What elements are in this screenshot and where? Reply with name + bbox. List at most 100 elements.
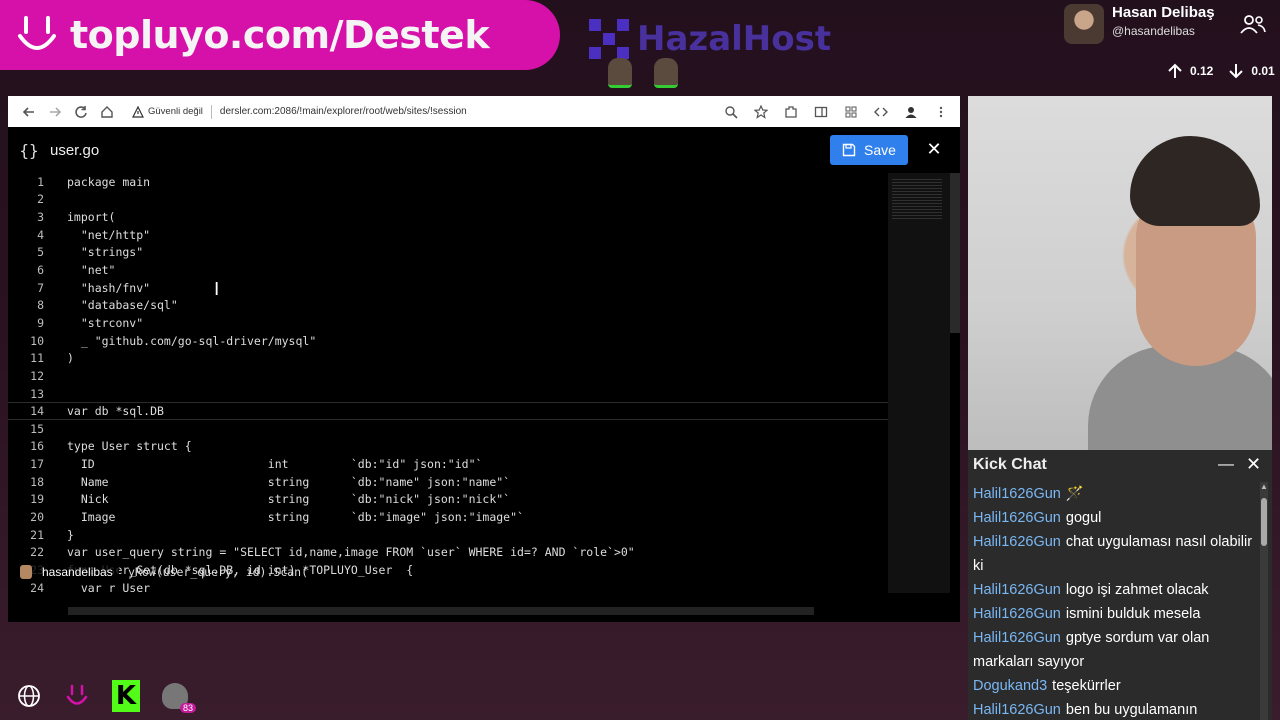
- chat-messages: Halil1626Gun 🪄 Halil1626Gun gogul Halil1626G…: [973, 482, 1255, 720]
- code-line[interactable]: 7 "hash/fnv": [8, 279, 960, 297]
- line-number: 9: [37, 315, 44, 330]
- chat-username[interactable]: Halil1626Gun: [973, 606, 1061, 622]
- kick-logo-icon[interactable]: K: [112, 680, 140, 712]
- code-line[interactable]: 5 "strings": [8, 244, 960, 262]
- line-number: 21: [30, 527, 44, 542]
- avatar: [654, 58, 678, 88]
- code-text: Name string `db:"name" json:"name"`: [67, 474, 511, 489]
- chat-message: Halil1626Gun gogul: [973, 506, 1255, 530]
- streamer-avatar: [1064, 4, 1104, 44]
- url-text[interactable]: dersler.com:2086/!main/explorer/root/web…: [220, 106, 467, 117]
- code-line[interactable]: 17 ID int `db:"id" json:"id"`: [8, 455, 960, 473]
- editor-horizontal-scrollbar[interactable]: [68, 607, 814, 615]
- text-cursor-icon: I: [214, 279, 220, 300]
- code-line-25-partial: yRow(user_query, id).Scan(: [128, 565, 309, 579]
- code-line[interactable]: 9 "strconv": [8, 314, 960, 332]
- code-line[interactable]: 18 Name string `db:"name" json:"name"`: [8, 473, 960, 491]
- chat-username[interactable]: Halil1626Gun: [973, 486, 1061, 502]
- code-line[interactable]: 15: [8, 420, 960, 438]
- chat-message: Halil1626Gun gptye sordum var olan markal…: [973, 626, 1255, 674]
- hazalhost-text: HazalHost: [637, 19, 832, 59]
- bottom-toolbar: K 83: [16, 680, 210, 713]
- floppy-disk-icon: [842, 143, 856, 157]
- code-text: "net": [67, 263, 116, 278]
- bookmark-star-icon[interactable]: [746, 99, 776, 125]
- code-line[interactable]: 11): [8, 349, 960, 367]
- zoom-icon[interactable]: [716, 99, 746, 125]
- extensions-icon[interactable]: [776, 99, 806, 125]
- minimize-icon[interactable]: —: [1218, 456, 1234, 474]
- code-line[interactable]: 10 _ "github.com/go-sql-driver/mysql": [8, 332, 960, 350]
- code-line[interactable]: 22 var user_query string = "SELECT id,nam…: [8, 543, 960, 561]
- code-line[interactable]: 6 "net": [8, 261, 960, 279]
- code-line[interactable]: 1 package main: [8, 173, 960, 191]
- code-line[interactable]: 3 import(: [8, 208, 960, 226]
- line-number: 14: [30, 404, 44, 419]
- code-line[interactable]: 13: [8, 385, 960, 403]
- line-number: 5: [37, 245, 44, 260]
- forward-icon[interactable]: [42, 99, 68, 125]
- close-icon[interactable]: ✕: [1246, 454, 1261, 475]
- chat-username[interactable]: Halil1626Gun: [973, 630, 1061, 646]
- chat-text: logo işi zahmet olacak: [1065, 582, 1209, 598]
- line-number: 22: [30, 545, 44, 560]
- close-editor-button[interactable]: ✕: [924, 139, 944, 159]
- reload-icon[interactable]: [68, 99, 94, 125]
- profile-icon[interactable]: [896, 99, 926, 125]
- editor-vertical-scrollbar[interactable]: [950, 173, 960, 333]
- code-line[interactable]: 12: [8, 367, 960, 385]
- code-text: ): [67, 351, 74, 366]
- hazalhost-logo: HazalHost: [585, 14, 831, 64]
- back-icon[interactable]: [16, 99, 42, 125]
- banner-text: topluyo.com/Destek: [70, 13, 490, 57]
- code-editor[interactable]: 1 package main 2 3 import(4 "net/http" 5 "str…: [8, 173, 960, 622]
- chat-username[interactable]: Halil1626Gun: [973, 582, 1061, 598]
- upload-rate: 0.12: [1190, 64, 1214, 78]
- code-text: "hash/fnv": [67, 280, 151, 295]
- line-number: 7: [37, 280, 44, 295]
- code-text: import(: [67, 210, 116, 225]
- code-line[interactable]: 24 var r User: [8, 579, 960, 597]
- chat-message: Halil1626Gun ben bu uygulamanın: [973, 698, 1255, 720]
- code-line[interactable]: 2: [8, 191, 960, 209]
- code-minimap[interactable]: [888, 173, 950, 593]
- code-line[interactable]: 8 "database/sql": [8, 296, 960, 314]
- address-bar[interactable]: Güvenli değil dersler.com:2086/!main/exp…: [132, 104, 702, 119]
- notification-badge: 83: [180, 703, 197, 713]
- security-indicator[interactable]: Güvenli değil: [132, 105, 203, 118]
- save-button[interactable]: Save: [830, 135, 908, 165]
- chat-username[interactable]: Halil1626Gun: [973, 534, 1061, 550]
- promo-banner: topluyo.com/Destek: [0, 0, 560, 70]
- code-line[interactable]: 21}: [8, 526, 960, 544]
- code-line[interactable]: 14 var db *sql.DB: [8, 402, 888, 420]
- code-line[interactable]: 16 type User struct {: [8, 438, 960, 456]
- devtools-code-icon[interactable]: [866, 99, 896, 125]
- arrow-down-icon: [1229, 64, 1244, 79]
- line-number: 8: [37, 298, 44, 313]
- hazalhost-mark-icon: [589, 19, 629, 59]
- chat-scrollbar[interactable]: ▲: [1260, 482, 1268, 720]
- topluyo-smile-icon[interactable]: [64, 683, 90, 709]
- code-line[interactable]: 4 "net/http": [8, 226, 960, 244]
- line-number: 1: [37, 174, 44, 189]
- home-icon[interactable]: [94, 99, 120, 125]
- wolf-avatar-icon[interactable]: 83: [162, 683, 197, 713]
- code-line[interactable]: 19 Nick string `db:"nick" json:"nick"`: [8, 491, 960, 509]
- globe-icon[interactable]: [16, 683, 42, 709]
- users-icon[interactable]: [1240, 14, 1266, 34]
- webcam-feed: [968, 96, 1272, 450]
- menu-kebab-icon[interactable]: [926, 99, 956, 125]
- chat-text: ismini bulduk mesela: [1065, 606, 1201, 622]
- chat-username[interactable]: Dogukand3: [973, 678, 1047, 694]
- sidebar-icon[interactable]: [806, 99, 836, 125]
- streamer-handle: @hasandelibas: [1112, 24, 1195, 38]
- chat-username[interactable]: Halil1626Gun: [973, 510, 1061, 526]
- code-line[interactable]: 20 Image string `db:"image" json:"image"…: [8, 508, 960, 526]
- chat-message: Halil1626Gun 🪄: [973, 482, 1255, 506]
- code-text: var user_query string = "SELECT id,name,…: [67, 545, 635, 560]
- apps-grid-icon[interactable]: [836, 99, 866, 125]
- chat-username[interactable]: Halil1626Gun: [973, 702, 1061, 718]
- line-number: 15: [30, 421, 44, 436]
- chat-toast: hasandelibas: [8, 562, 119, 582]
- chat-title: Kick Chat: [973, 456, 1047, 473]
